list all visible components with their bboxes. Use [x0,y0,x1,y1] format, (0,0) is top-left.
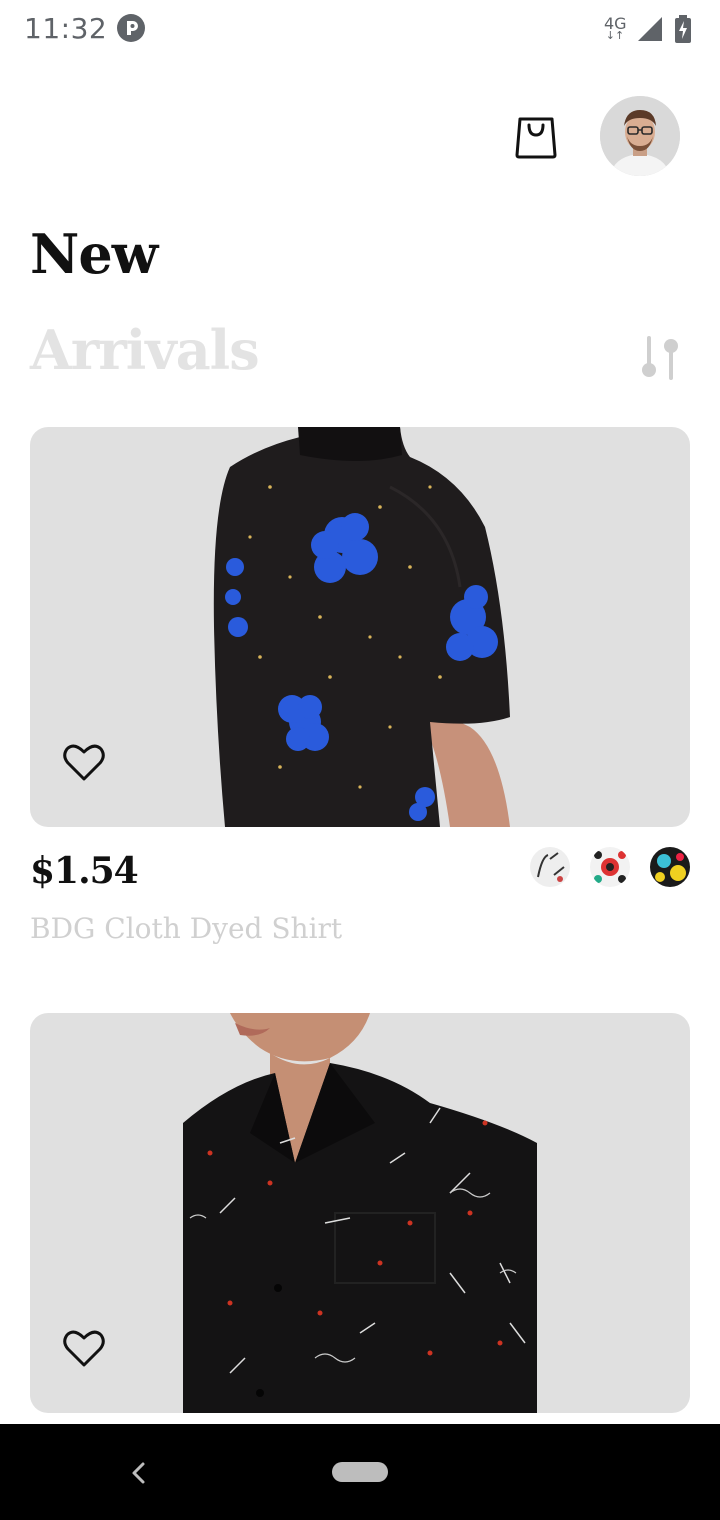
back-icon[interactable] [124,1458,154,1488]
header-actions [0,90,720,180]
app-notification-icon [117,14,145,42]
filter-sliders-icon [642,336,678,380]
status-time: 11:32 [24,12,108,45]
battery-charging-icon [675,15,691,43]
color-swatches [530,847,690,887]
swatch-option-3[interactable] [650,847,690,887]
page-subtitle: Arrivals [30,318,260,382]
swatch-option-2[interactable] [590,847,630,887]
home-pill-button[interactable] [332,1462,388,1482]
product-photo [213,427,511,827]
favorite-heart-icon[interactable] [62,741,106,785]
product-price: $1.54 [30,850,139,892]
product-card-image[interactable] [30,427,690,827]
product-name[interactable]: BDG Cloth Dyed Shirt [30,912,342,945]
system-nav-bar [0,1424,720,1520]
network-4g-icon: 4G ↓↑ [604,14,627,42]
product-photo [183,1013,537,1413]
shopping-bag-button[interactable] [510,110,562,162]
status-icons: 4G ↓↑ [604,14,692,44]
page-title: New [30,222,158,286]
swatch-pattern-white [530,847,570,887]
avatar[interactable] [600,96,680,176]
status-bar: 11:32 4G ↓↑ [0,0,720,56]
signal-icon [638,17,662,41]
product-card-image[interactable] [30,1013,690,1413]
avatar-image [600,96,680,176]
swatch-pattern-floral [590,847,630,887]
swatch-pattern-colorful [650,847,690,887]
favorite-heart-icon[interactable] [62,1327,106,1371]
filter-button[interactable] [636,332,684,384]
shopping-bag-icon [515,117,557,159]
swatch-option-1[interactable] [530,847,570,887]
